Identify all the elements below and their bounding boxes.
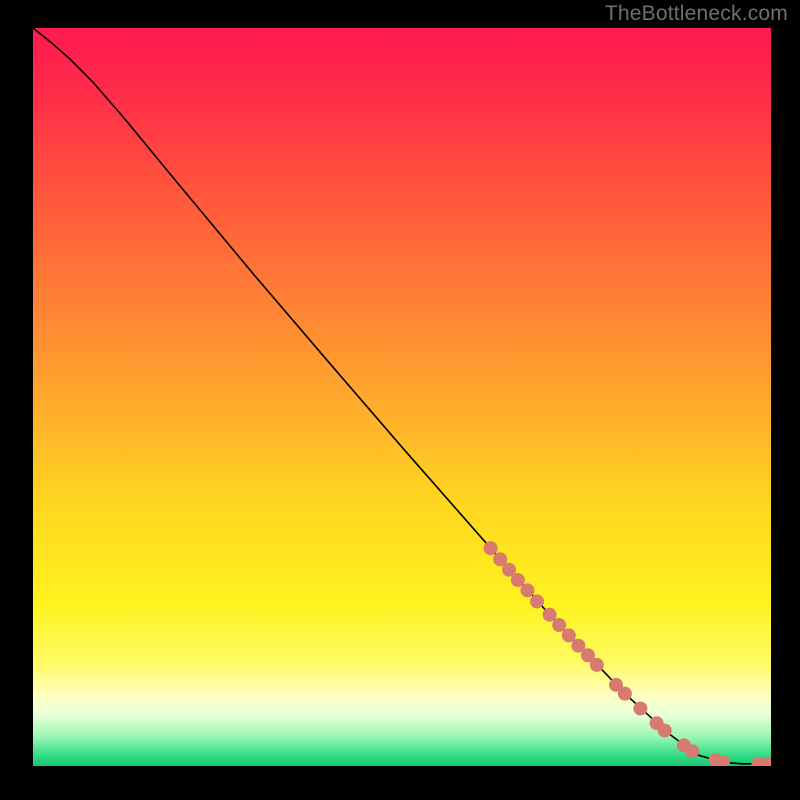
chart-stage: TheBottleneck.com [0, 0, 800, 800]
chart-plot [33, 28, 771, 766]
data-marker [633, 701, 647, 715]
data-marker [520, 583, 534, 597]
data-marker [530, 594, 544, 608]
data-marker [618, 687, 632, 701]
data-marker [552, 618, 566, 632]
data-marker [543, 608, 557, 622]
data-marker [685, 744, 699, 758]
chart-svg [33, 28, 771, 766]
data-marker [484, 541, 498, 555]
data-marker [590, 658, 604, 672]
data-marker [562, 628, 576, 642]
data-marker [658, 724, 672, 738]
data-marker [511, 573, 525, 587]
watermark-text: TheBottleneck.com [605, 2, 788, 26]
gradient-background [33, 28, 771, 766]
